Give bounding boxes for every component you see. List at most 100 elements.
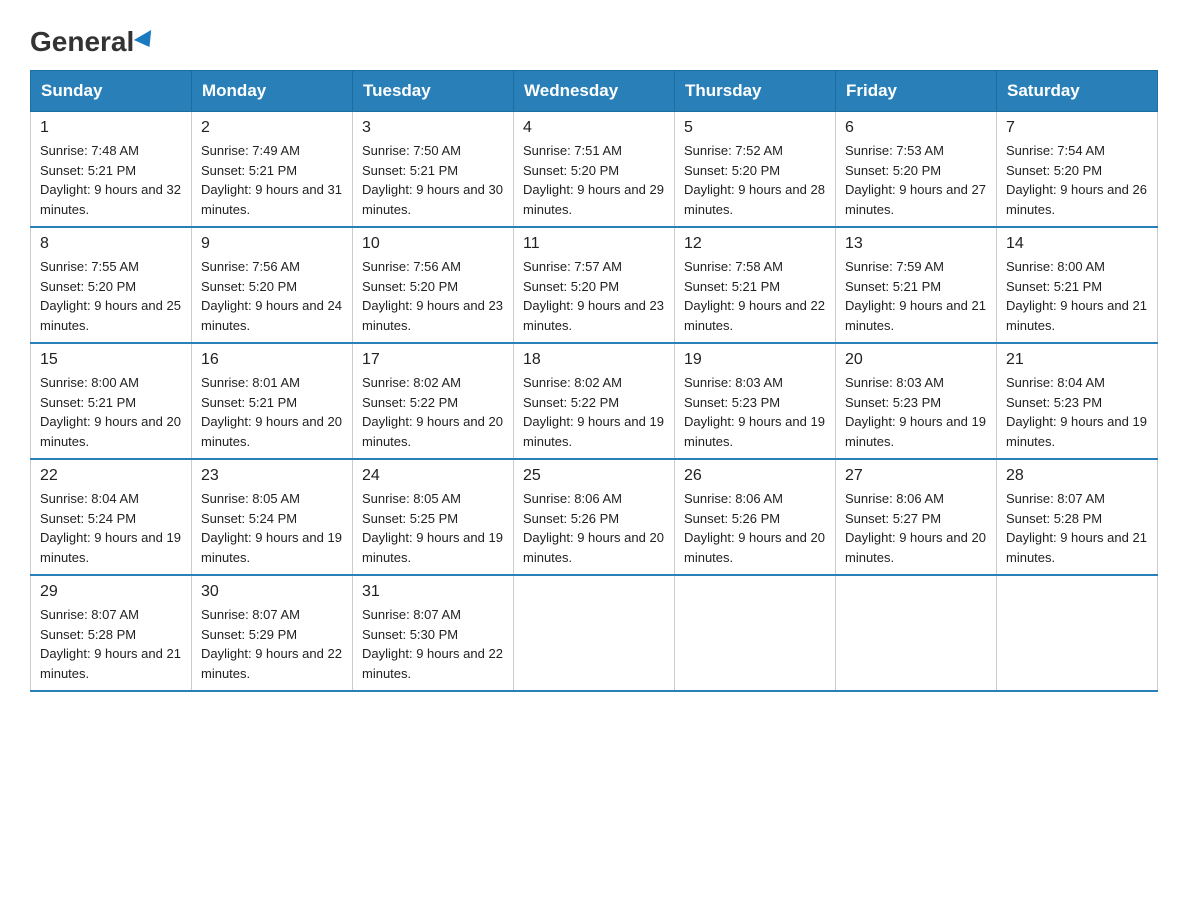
day-info: Sunrise: 8:03 AM Sunset: 5:23 PM Dayligh… xyxy=(684,373,826,451)
header-day-monday: Monday xyxy=(192,71,353,112)
day-number: 21 xyxy=(1006,351,1148,369)
day-info: Sunrise: 8:06 AM Sunset: 5:27 PM Dayligh… xyxy=(845,489,987,567)
calendar-cell: 3 Sunrise: 7:50 AM Sunset: 5:21 PM Dayli… xyxy=(353,112,514,228)
day-info: Sunrise: 8:07 AM Sunset: 5:29 PM Dayligh… xyxy=(201,605,343,683)
day-number: 28 xyxy=(1006,467,1148,485)
day-info: Sunrise: 7:48 AM Sunset: 5:21 PM Dayligh… xyxy=(40,141,182,219)
day-number: 24 xyxy=(362,467,504,485)
header-day-wednesday: Wednesday xyxy=(514,71,675,112)
calendar-cell: 27 Sunrise: 8:06 AM Sunset: 5:27 PM Dayl… xyxy=(836,459,997,575)
day-info: Sunrise: 8:02 AM Sunset: 5:22 PM Dayligh… xyxy=(523,373,665,451)
day-info: Sunrise: 8:07 AM Sunset: 5:30 PM Dayligh… xyxy=(362,605,504,683)
calendar-cell: 16 Sunrise: 8:01 AM Sunset: 5:21 PM Dayl… xyxy=(192,343,353,459)
week-row-1: 1 Sunrise: 7:48 AM Sunset: 5:21 PM Dayli… xyxy=(31,112,1158,228)
day-info: Sunrise: 8:06 AM Sunset: 5:26 PM Dayligh… xyxy=(684,489,826,567)
calendar-cell: 6 Sunrise: 7:53 AM Sunset: 5:20 PM Dayli… xyxy=(836,112,997,228)
day-info: Sunrise: 7:59 AM Sunset: 5:21 PM Dayligh… xyxy=(845,257,987,335)
week-row-4: 22 Sunrise: 8:04 AM Sunset: 5:24 PM Dayl… xyxy=(31,459,1158,575)
day-number: 14 xyxy=(1006,235,1148,253)
calendar-cell: 8 Sunrise: 7:55 AM Sunset: 5:20 PM Dayli… xyxy=(31,227,192,343)
logo-general-text: General xyxy=(30,28,156,56)
calendar-cell: 24 Sunrise: 8:05 AM Sunset: 5:25 PM Dayl… xyxy=(353,459,514,575)
day-info: Sunrise: 8:02 AM Sunset: 5:22 PM Dayligh… xyxy=(362,373,504,451)
day-info: Sunrise: 8:01 AM Sunset: 5:21 PM Dayligh… xyxy=(201,373,343,451)
day-info: Sunrise: 7:58 AM Sunset: 5:21 PM Dayligh… xyxy=(684,257,826,335)
day-number: 10 xyxy=(362,235,504,253)
day-number: 17 xyxy=(362,351,504,369)
day-info: Sunrise: 7:55 AM Sunset: 5:20 PM Dayligh… xyxy=(40,257,182,335)
day-number: 15 xyxy=(40,351,182,369)
calendar-cell xyxy=(836,575,997,691)
day-info: Sunrise: 7:57 AM Sunset: 5:20 PM Dayligh… xyxy=(523,257,665,335)
calendar-cell: 20 Sunrise: 8:03 AM Sunset: 5:23 PM Dayl… xyxy=(836,343,997,459)
calendar-cell: 7 Sunrise: 7:54 AM Sunset: 5:20 PM Dayli… xyxy=(997,112,1158,228)
calendar-cell: 4 Sunrise: 7:51 AM Sunset: 5:20 PM Dayli… xyxy=(514,112,675,228)
week-row-2: 8 Sunrise: 7:55 AM Sunset: 5:20 PM Dayli… xyxy=(31,227,1158,343)
header-row: SundayMondayTuesdayWednesdayThursdayFrid… xyxy=(31,71,1158,112)
calendar-cell: 31 Sunrise: 8:07 AM Sunset: 5:30 PM Dayl… xyxy=(353,575,514,691)
day-number: 26 xyxy=(684,467,826,485)
day-info: Sunrise: 8:05 AM Sunset: 5:24 PM Dayligh… xyxy=(201,489,343,567)
day-number: 29 xyxy=(40,583,182,601)
day-number: 5 xyxy=(684,119,826,137)
week-row-5: 29 Sunrise: 8:07 AM Sunset: 5:28 PM Dayl… xyxy=(31,575,1158,691)
day-info: Sunrise: 8:00 AM Sunset: 5:21 PM Dayligh… xyxy=(1006,257,1148,335)
day-info: Sunrise: 8:07 AM Sunset: 5:28 PM Dayligh… xyxy=(1006,489,1148,567)
week-row-3: 15 Sunrise: 8:00 AM Sunset: 5:21 PM Dayl… xyxy=(31,343,1158,459)
calendar-cell: 11 Sunrise: 7:57 AM Sunset: 5:20 PM Dayl… xyxy=(514,227,675,343)
header-day-saturday: Saturday xyxy=(997,71,1158,112)
calendar-cell xyxy=(997,575,1158,691)
calendar-cell: 14 Sunrise: 8:00 AM Sunset: 5:21 PM Dayl… xyxy=(997,227,1158,343)
calendar-cell: 9 Sunrise: 7:56 AM Sunset: 5:20 PM Dayli… xyxy=(192,227,353,343)
day-info: Sunrise: 8:03 AM Sunset: 5:23 PM Dayligh… xyxy=(845,373,987,451)
calendar-table: SundayMondayTuesdayWednesdayThursdayFrid… xyxy=(30,70,1158,692)
day-info: Sunrise: 8:07 AM Sunset: 5:28 PM Dayligh… xyxy=(40,605,182,683)
day-number: 4 xyxy=(523,119,665,137)
day-info: Sunrise: 8:06 AM Sunset: 5:26 PM Dayligh… xyxy=(523,489,665,567)
calendar-cell: 18 Sunrise: 8:02 AM Sunset: 5:22 PM Dayl… xyxy=(514,343,675,459)
day-info: Sunrise: 8:04 AM Sunset: 5:23 PM Dayligh… xyxy=(1006,373,1148,451)
day-info: Sunrise: 7:50 AM Sunset: 5:21 PM Dayligh… xyxy=(362,141,504,219)
day-info: Sunrise: 7:56 AM Sunset: 5:20 PM Dayligh… xyxy=(362,257,504,335)
day-info: Sunrise: 7:52 AM Sunset: 5:20 PM Dayligh… xyxy=(684,141,826,219)
header-day-tuesday: Tuesday xyxy=(353,71,514,112)
day-number: 8 xyxy=(40,235,182,253)
header-day-friday: Friday xyxy=(836,71,997,112)
calendar-cell: 19 Sunrise: 8:03 AM Sunset: 5:23 PM Dayl… xyxy=(675,343,836,459)
header-day-thursday: Thursday xyxy=(675,71,836,112)
calendar-body: 1 Sunrise: 7:48 AM Sunset: 5:21 PM Dayli… xyxy=(31,112,1158,692)
calendar-cell: 2 Sunrise: 7:49 AM Sunset: 5:21 PM Dayli… xyxy=(192,112,353,228)
day-info: Sunrise: 8:05 AM Sunset: 5:25 PM Dayligh… xyxy=(362,489,504,567)
day-number: 1 xyxy=(40,119,182,137)
day-number: 20 xyxy=(845,351,987,369)
day-info: Sunrise: 8:04 AM Sunset: 5:24 PM Dayligh… xyxy=(40,489,182,567)
day-info: Sunrise: 7:51 AM Sunset: 5:20 PM Dayligh… xyxy=(523,141,665,219)
day-number: 12 xyxy=(684,235,826,253)
calendar-cell: 13 Sunrise: 7:59 AM Sunset: 5:21 PM Dayl… xyxy=(836,227,997,343)
day-number: 30 xyxy=(201,583,343,601)
day-number: 6 xyxy=(845,119,987,137)
calendar-cell: 10 Sunrise: 7:56 AM Sunset: 5:20 PM Dayl… xyxy=(353,227,514,343)
calendar-cell xyxy=(675,575,836,691)
day-info: Sunrise: 7:53 AM Sunset: 5:20 PM Dayligh… xyxy=(845,141,987,219)
page-header: General xyxy=(30,20,1158,52)
calendar-cell: 23 Sunrise: 8:05 AM Sunset: 5:24 PM Dayl… xyxy=(192,459,353,575)
calendar-cell: 1 Sunrise: 7:48 AM Sunset: 5:21 PM Dayli… xyxy=(31,112,192,228)
day-number: 18 xyxy=(523,351,665,369)
day-number: 11 xyxy=(523,235,665,253)
calendar-cell: 25 Sunrise: 8:06 AM Sunset: 5:26 PM Dayl… xyxy=(514,459,675,575)
day-number: 22 xyxy=(40,467,182,485)
calendar-header: SundayMondayTuesdayWednesdayThursdayFrid… xyxy=(31,71,1158,112)
day-number: 27 xyxy=(845,467,987,485)
day-number: 25 xyxy=(523,467,665,485)
day-number: 13 xyxy=(845,235,987,253)
calendar-cell: 15 Sunrise: 8:00 AM Sunset: 5:21 PM Dayl… xyxy=(31,343,192,459)
calendar-cell: 21 Sunrise: 8:04 AM Sunset: 5:23 PM Dayl… xyxy=(997,343,1158,459)
calendar-cell xyxy=(514,575,675,691)
day-info: Sunrise: 7:49 AM Sunset: 5:21 PM Dayligh… xyxy=(201,141,343,219)
header-day-sunday: Sunday xyxy=(31,71,192,112)
calendar-cell: 12 Sunrise: 7:58 AM Sunset: 5:21 PM Dayl… xyxy=(675,227,836,343)
day-info: Sunrise: 7:54 AM Sunset: 5:20 PM Dayligh… xyxy=(1006,141,1148,219)
calendar-cell: 26 Sunrise: 8:06 AM Sunset: 5:26 PM Dayl… xyxy=(675,459,836,575)
day-number: 9 xyxy=(201,235,343,253)
